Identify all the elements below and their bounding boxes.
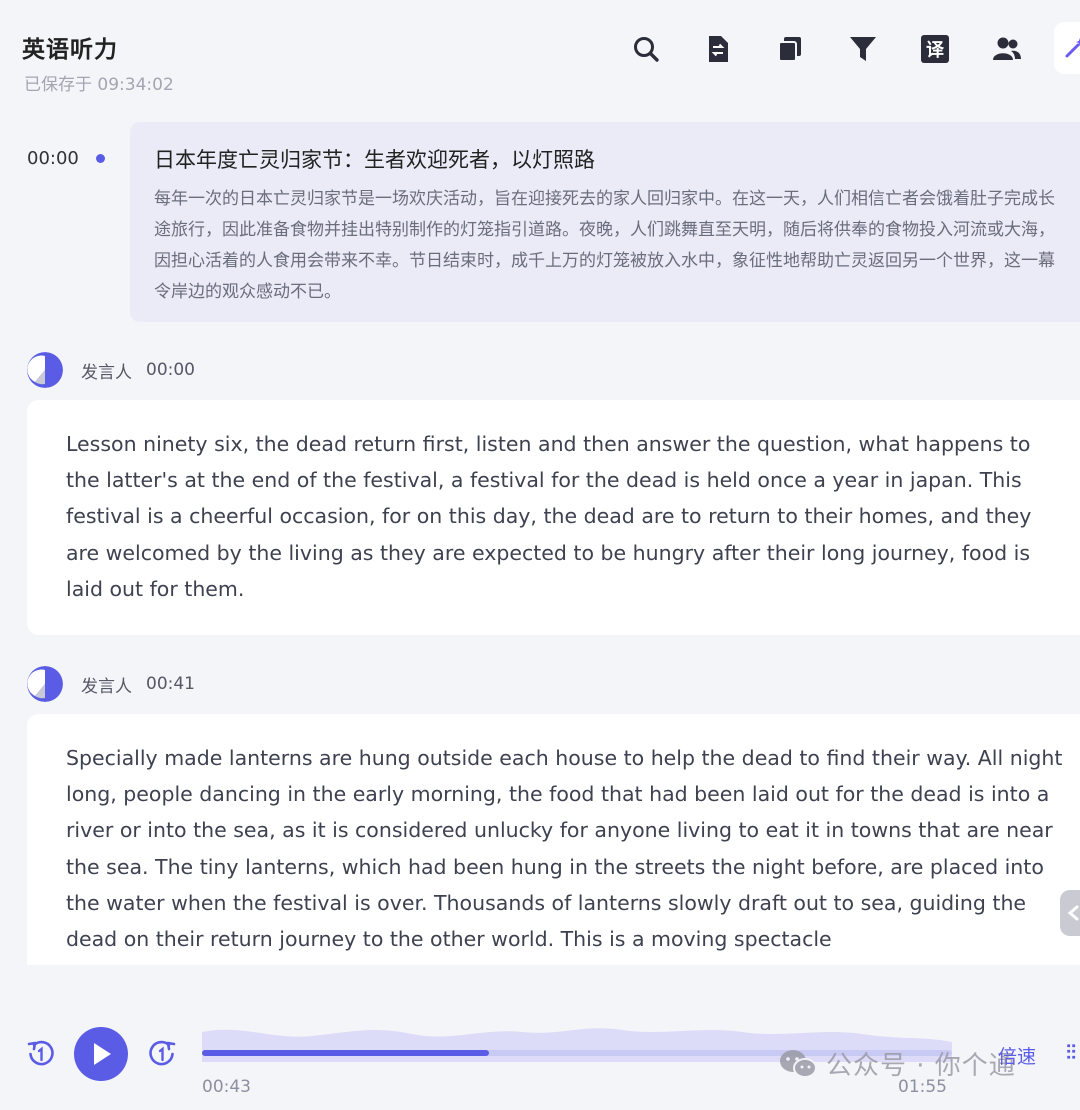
progress-fill bbox=[202, 1050, 489, 1056]
chevron-left-icon bbox=[1067, 905, 1079, 921]
avatar[interactable] bbox=[27, 666, 63, 702]
speaker-header: 发言人 00:41 bbox=[27, 666, 195, 702]
speaker-name[interactable]: 发言人 bbox=[81, 672, 132, 697]
ai-assistant-button[interactable] bbox=[1054, 22, 1080, 74]
filter-button[interactable] bbox=[844, 30, 882, 68]
play-icon bbox=[94, 1043, 111, 1065]
translate-icon: 译 bbox=[921, 35, 949, 63]
speaker-name[interactable]: 发言人 bbox=[81, 358, 132, 383]
summary-timestamp[interactable]: 00:00 bbox=[27, 148, 79, 169]
forward-icon bbox=[149, 1040, 176, 1066]
rewind-icon bbox=[27, 1040, 54, 1066]
watermark-text: 公众号 · 你个通 bbox=[826, 1051, 1016, 1081]
header: 英语听力 已保存于 09:34:02 译 bbox=[0, 0, 1080, 110]
search-icon bbox=[634, 37, 659, 62]
watermark: 公众号 · 你个通 bbox=[778, 1045, 1016, 1082]
copy-button[interactable] bbox=[771, 30, 809, 68]
search-button[interactable] bbox=[627, 30, 665, 68]
wechat-icon bbox=[780, 1049, 817, 1078]
speaker-avatar-icon bbox=[27, 352, 63, 388]
segment-time[interactable]: 00:41 bbox=[146, 674, 195, 694]
copy-pages-icon bbox=[778, 37, 801, 62]
rewind-button[interactable] bbox=[26, 1039, 56, 1073]
users-icon bbox=[993, 37, 1021, 60]
translate-glyph: 译 bbox=[926, 40, 944, 61]
transcript-card: Lesson ninety six, the dead return first… bbox=[27, 400, 1080, 635]
transcript-text[interactable]: Lesson ninety six, the dead return first… bbox=[66, 426, 1064, 607]
speed-button[interactable]: 倍速 bbox=[998, 1042, 1036, 1069]
filter-icon bbox=[850, 37, 876, 61]
avatar[interactable] bbox=[27, 352, 63, 388]
current-time: 00:43 bbox=[202, 1077, 251, 1097]
equalizer-button[interactable]: ⫶⫶ bbox=[1066, 1040, 1076, 1064]
document-title[interactable]: 英语听力 bbox=[22, 30, 118, 64]
timeline-dot bbox=[96, 154, 105, 163]
speakers-button[interactable] bbox=[988, 30, 1026, 68]
magic-wand-icon bbox=[1065, 38, 1080, 58]
side-panel-toggle[interactable] bbox=[1060, 890, 1080, 936]
speaker-avatar-icon bbox=[27, 666, 63, 702]
transcript-text[interactable]: Specially made lanterns are hung outside… bbox=[66, 740, 1064, 957]
summary-body: 每年一次的日本亡灵归家节是一场欢庆活动，旨在迎接死去的家人回归家中。在这一天，人… bbox=[154, 189, 1055, 302]
play-button[interactable] bbox=[74, 1027, 128, 1081]
file-transfer-icon bbox=[709, 36, 728, 62]
transfer-button[interactable] bbox=[699, 30, 737, 68]
segment-time[interactable]: 00:00 bbox=[146, 360, 195, 380]
summary-card: 日本年度亡灵归家节：生者欢迎死者，以灯照路 每年一次的日本亡灵归家节是一场欢庆活… bbox=[130, 122, 1080, 322]
translate-button[interactable]: 译 bbox=[916, 30, 954, 68]
summary-title: 日本年度亡灵归家节：生者欢迎死者，以灯照路 bbox=[154, 148, 595, 172]
forward-button[interactable] bbox=[147, 1039, 177, 1073]
speaker-header: 发言人 00:00 bbox=[27, 352, 195, 388]
saved-status: 已保存于 09:34:02 bbox=[24, 75, 174, 95]
